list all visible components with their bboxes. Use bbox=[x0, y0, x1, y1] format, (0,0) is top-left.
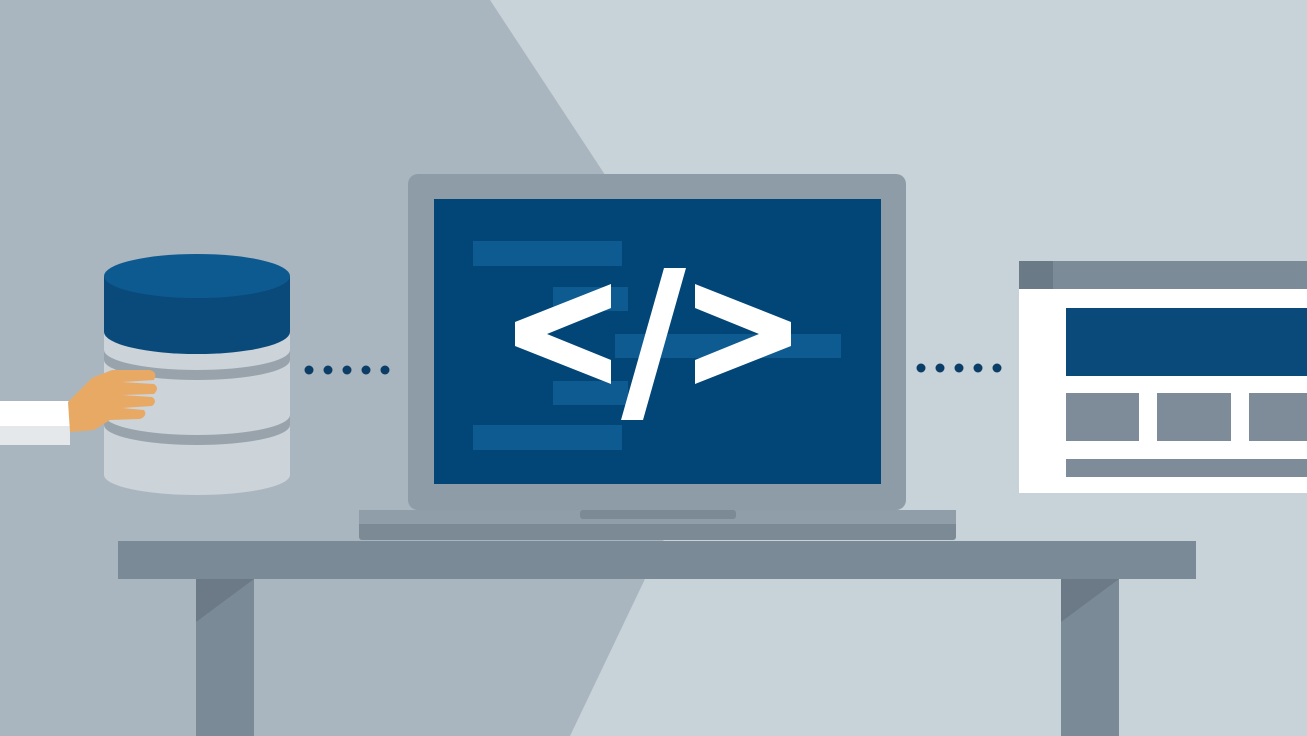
dot bbox=[323, 365, 333, 375]
browser-tile bbox=[1066, 393, 1139, 441]
browser-window-icon bbox=[1019, 261, 1307, 493]
code-line bbox=[473, 241, 622, 266]
database-cap-top bbox=[104, 254, 290, 298]
browser-tile bbox=[1249, 393, 1307, 441]
browser-footer-bar bbox=[1066, 459, 1307, 477]
dot bbox=[973, 363, 983, 373]
dot bbox=[954, 363, 964, 373]
dot bbox=[342, 365, 352, 375]
dot bbox=[361, 365, 371, 375]
laptop-hinge-notch bbox=[580, 510, 736, 519]
dot bbox=[992, 363, 1002, 373]
browser-tile bbox=[1157, 393, 1231, 441]
code-line bbox=[553, 381, 628, 405]
browser-title-bar-accent bbox=[1019, 261, 1053, 289]
browser-title-bar bbox=[1019, 261, 1307, 289]
desk-top bbox=[118, 541, 1196, 579]
dot bbox=[304, 365, 314, 375]
laptop-icon: </> bbox=[359, 174, 956, 540]
dot bbox=[916, 363, 926, 373]
browser-header-block bbox=[1066, 308, 1307, 376]
browser-frame bbox=[1019, 261, 1307, 493]
dot bbox=[380, 365, 390, 375]
illustration-canvas: </> bbox=[0, 0, 1307, 736]
code-line bbox=[473, 425, 622, 450]
sleeve-shade bbox=[0, 426, 70, 445]
dot bbox=[935, 363, 945, 373]
